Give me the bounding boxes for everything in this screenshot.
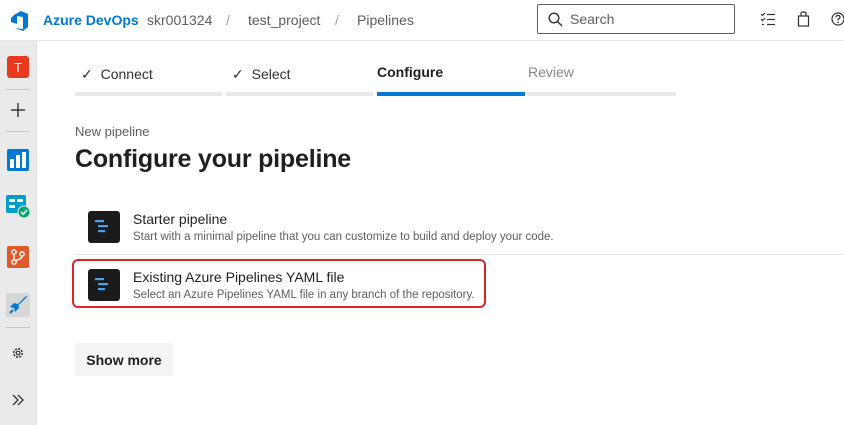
breadcrumb-organization[interactable]: skr001324 (147, 12, 212, 28)
search-icon (548, 12, 563, 27)
step-progress-bar (226, 92, 373, 96)
step-connect-label-wrap: ✓ Connect (81, 66, 153, 83)
step-label: Select (251, 66, 291, 82)
step-configure[interactable]: Configure (377, 58, 525, 96)
step-review[interactable]: Review (527, 58, 676, 96)
brand-name[interactable]: Azure DevOps (43, 12, 139, 28)
checklist-icon[interactable] (760, 11, 776, 27)
left-nav: T (0, 41, 37, 425)
check-icon: ✓ (81, 66, 93, 82)
repos-icon[interactable] (5, 244, 31, 270)
breadcrumb-separator: / (226, 12, 230, 28)
breadcrumb-separator: / (335, 12, 339, 28)
nav-divider (6, 131, 30, 132)
step-progress-bar (75, 92, 222, 96)
breadcrumb-pipelines[interactable]: Pipelines (357, 12, 414, 28)
step-label: Review (528, 64, 574, 80)
test-plans-icon[interactable] (5, 193, 31, 219)
breadcrumb-project[interactable]: test_project (248, 12, 320, 28)
project-avatar[interactable]: T (7, 56, 29, 78)
top-bar: Azure DevOps skr001324 / test_project / … (0, 0, 844, 41)
nav-divider (6, 327, 30, 328)
boards-icon[interactable] (5, 147, 31, 173)
search-input[interactable] (570, 10, 720, 28)
search-box[interactable] (537, 4, 735, 34)
check-icon: ✓ (232, 66, 244, 82)
option-divider (75, 254, 844, 255)
step-connect[interactable]: ✓ Connect (75, 58, 222, 96)
option-title: Starter pipeline (133, 211, 228, 227)
step-progress-bar-active (377, 92, 525, 96)
step-select[interactable]: ✓ Select (226, 58, 373, 96)
new-icon[interactable] (5, 97, 31, 123)
step-progress-bar (527, 92, 676, 96)
azure-devops-logo-icon[interactable] (8, 10, 30, 32)
pipelines-icon[interactable] (5, 292, 31, 318)
step-label: Configure (377, 64, 444, 80)
shopping-bag-icon[interactable] (797, 11, 810, 27)
show-more-button[interactable]: Show more (75, 343, 173, 376)
page-title: Configure your pipeline (75, 145, 351, 173)
settings-icon[interactable] (5, 340, 31, 366)
expand-icon[interactable] (5, 387, 31, 413)
step-label: Connect (100, 66, 153, 82)
nav-divider (6, 89, 30, 90)
highlight-box (72, 259, 486, 308)
option-description: Start with a minimal pipeline that you c… (133, 231, 554, 243)
page-subtitle: New pipeline (75, 124, 150, 139)
help-icon[interactable] (831, 11, 844, 27)
step-select-label-wrap: ✓ Select (232, 66, 291, 83)
pipeline-yaml-icon (88, 211, 120, 243)
